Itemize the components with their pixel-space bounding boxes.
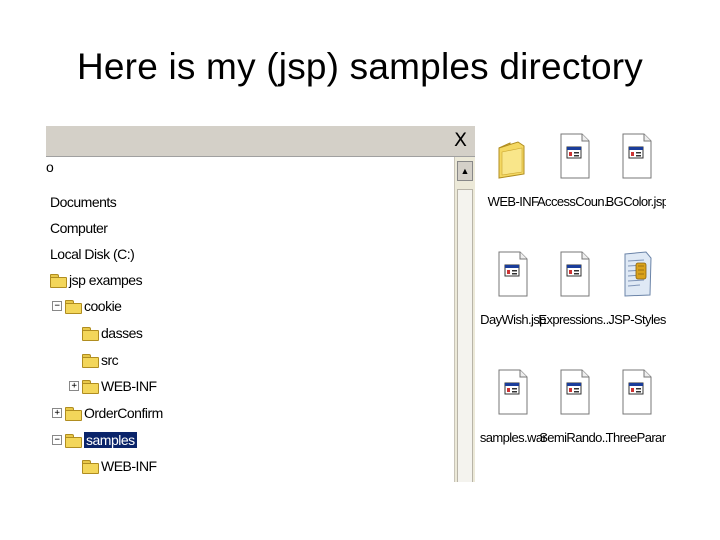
tree-item-src[interactable]: src [82,349,119,371]
folder-icon [82,353,99,368]
folder-icon [498,141,525,179]
file-icon-view: WEB-INF AccessCoun... BGColor.jsp DayWis… [478,126,666,482]
tree-item-label: Documents [50,194,117,210]
tree-item-classes[interactable]: dasses [82,322,143,344]
tree-item-computer[interactable]: Computer [50,217,108,239]
tree-item-samples[interactable]: − samples [52,429,137,451]
file-label: ThreeParan [605,430,666,445]
jsp-file-icon [560,251,590,297]
jsp-file-icon [622,133,652,179]
tree-item-label: OrderConfirm [84,405,163,421]
tree-item-jsp-examples[interactable]: jsp exampes [50,269,143,291]
expand-icon[interactable]: + [52,408,62,418]
folder-icon [65,406,82,421]
tree-item-label: Local Disk (C:) [50,246,135,262]
jsp-file-icon [498,251,528,297]
tree-item-label: jsp exampes [69,272,143,288]
folder-icon [82,379,99,394]
collapse-icon[interactable]: − [52,301,62,311]
folder-tree-pane: X o Documents Computer Local Disk (C:) j… [46,126,475,482]
stylesheet-file-icon [624,251,652,297]
tree-item-label: o [46,159,54,175]
tree-item-label: WEB-INF [101,378,157,394]
file-label: JSP-Styles [608,312,666,327]
jsp-file-icon [560,133,590,179]
tree-item-web-inf-samples[interactable]: WEB-INF [82,455,157,477]
jsp-file-icon [622,369,652,415]
file-label: BGColor.jsp [605,194,666,209]
scrollbar-thumb[interactable] [457,189,473,482]
tree-item-documents[interactable]: Documents [50,191,117,213]
folder-icon [82,459,99,474]
vertical-scrollbar[interactable]: ▲ [454,157,475,482]
tree-item-label: WEB-INF [101,458,157,474]
folder-icon [82,326,99,341]
tree-item-cookie[interactable]: − cookie [52,295,122,317]
tree-item-label: src [101,352,119,368]
close-icon[interactable]: X [454,129,467,151]
jsp-file-icon [560,369,590,415]
war-file-icon [498,369,528,415]
folder-tree: o Documents Computer Local Disk (C:) jsp… [46,157,454,482]
folder-icon [65,299,82,314]
tree-item-local-disk[interactable]: Local Disk (C:) [50,243,135,265]
tree-item-label: cookie [84,298,122,314]
tree-item-cutoff[interactable]: o [46,156,54,178]
scroll-up-arrow-icon[interactable]: ▲ [457,161,473,181]
folder-icon [65,433,82,448]
tree-item-label: Computer [50,220,108,236]
slide-title: Here is my (jsp) samples directory [76,46,644,87]
folder-icon [50,273,67,288]
pane-titlebar: X [46,126,475,157]
expand-icon[interactable]: + [69,381,79,391]
tree-item-web-inf[interactable]: + WEB-INF [69,375,157,397]
tree-item-orderconfirm[interactable]: + OrderConfirm [52,402,163,424]
tree-item-label-selected: samples [84,432,137,448]
tree-item-label: dasses [101,325,143,341]
collapse-icon[interactable]: − [52,435,62,445]
